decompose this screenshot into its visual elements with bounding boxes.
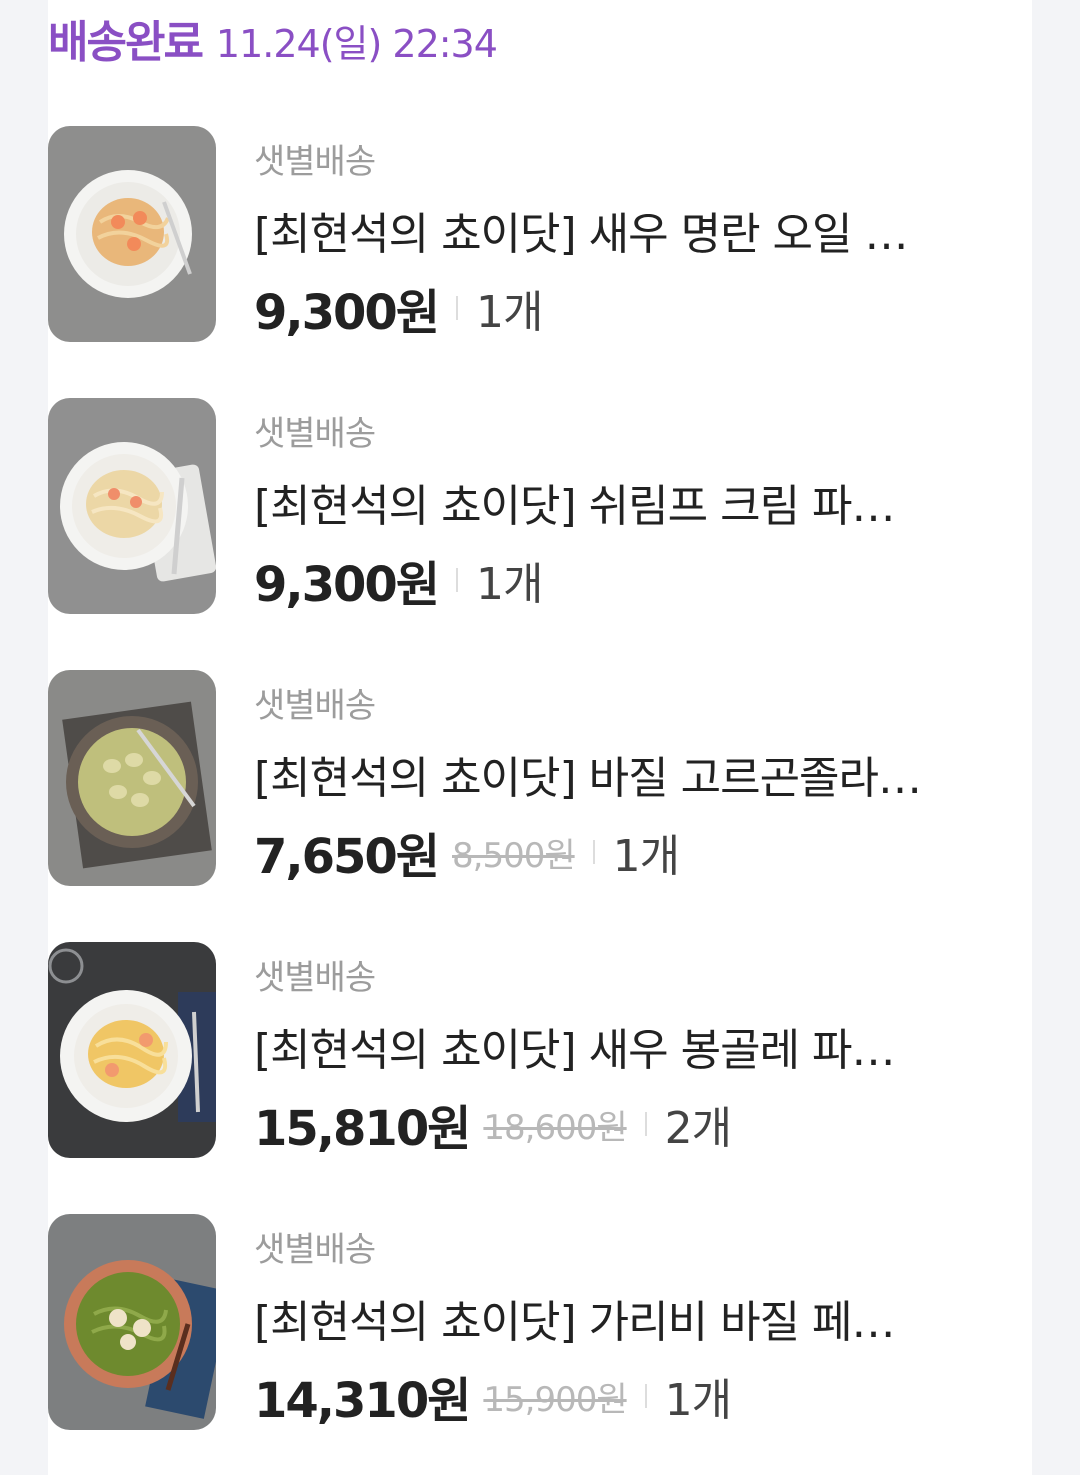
price-row: 7,650원 8,500원 1개 [254, 820, 680, 885]
price-row: 15,810원 18,600원 2개 [254, 1092, 732, 1157]
delivery-type-label: 샛별배송 [254, 686, 376, 726]
shrimp-oil-pasta-photo [48, 126, 216, 342]
product-name[interactable]: [최현석의 쵸이닷] 바질 고르곤졸라 뇨끼 [254, 742, 924, 806]
product-quantity: 1개 [664, 1375, 732, 1426]
divider [644, 1384, 647, 1408]
product-name[interactable]: [최현석의 쵸이닷] 쉬림프 크림 파스타 [254, 470, 924, 534]
order-item[interactable]: 샛별배송 [최현석의 쵸이닷] 가리비 바질 페스토 파스타 14,310원 1… [48, 1214, 948, 1430]
divider [456, 568, 458, 592]
product-quantity: 2개 [664, 1103, 732, 1154]
product-price: 9,300원 [254, 285, 440, 341]
product-thumbnail[interactable] [48, 1214, 216, 1430]
product-quantity: 1개 [476, 559, 543, 610]
product-thumbnail[interactable] [48, 126, 216, 342]
product-thumbnail[interactable] [48, 942, 216, 1158]
divider [456, 296, 458, 320]
price-row: 14,310원 15,900원 1개 [254, 1364, 732, 1429]
order-datetime: 11.24(일) 22:34 [215, 22, 498, 66]
product-name[interactable]: [최현석의 쵸이닷] 새우 명란 오일 파스타 [254, 198, 924, 262]
order-item[interactable]: 샛별배송 [최현석의 쵸이닷] 새우 명란 오일 파스타 9,300원 1개 [48, 126, 948, 342]
order-status: 배송완료 [48, 17, 204, 68]
shrimp-vongole-pasta-photo [48, 942, 216, 1158]
order-item[interactable]: 샛별배송 [최현석의 쵸이닷] 바질 고르곤졸라 뇨끼 7,650원 8,500… [48, 670, 948, 886]
order-item[interactable]: 샛별배송 [최현석의 쵸이닷] 쉬림프 크림 파스타 9,300원 1개 [48, 398, 948, 614]
order-header: 배송완료 11.24(일) 22:34 [48, 6, 498, 68]
basil-gnocchi-photo [48, 670, 216, 886]
price-row: 9,300원 1개 [254, 276, 543, 341]
product-thumbnail[interactable] [48, 398, 216, 614]
delivery-type-label: 샛별배송 [254, 1230, 376, 1270]
product-quantity: 1개 [476, 287, 543, 338]
original-price: 8,500원 [452, 835, 576, 876]
price-row: 9,300원 1개 [254, 548, 543, 613]
delivery-type-label: 샛별배송 [254, 142, 376, 182]
delivery-type-label: 샛별배송 [254, 958, 376, 998]
divider [592, 840, 595, 864]
divider [644, 1112, 647, 1136]
product-name[interactable]: [최현석의 쵸이닷] 가리비 바질 페스토 파스타 [254, 1286, 924, 1350]
product-quantity: 1개 [612, 831, 680, 882]
order-item[interactable]: 샛별배송 [최현석의 쵸이닷] 새우 봉골레 파스타 15,810원 18,60… [48, 942, 948, 1158]
product-price: 9,300원 [254, 557, 440, 613]
original-price: 15,900원 [483, 1379, 627, 1420]
shrimp-cream-pasta-photo [48, 398, 216, 614]
original-price: 18,600원 [483, 1107, 627, 1148]
product-price: 15,810원 [254, 1101, 471, 1157]
product-price: 14,310원 [254, 1373, 471, 1429]
product-thumbnail[interactable] [48, 670, 216, 886]
scallop-basil-pasta-photo [48, 1214, 216, 1430]
product-price: 7,650원 [254, 829, 440, 885]
delivery-type-label: 샛별배송 [254, 414, 376, 454]
product-name[interactable]: [최현석의 쵸이닷] 새우 봉골레 파스타 [254, 1014, 924, 1078]
